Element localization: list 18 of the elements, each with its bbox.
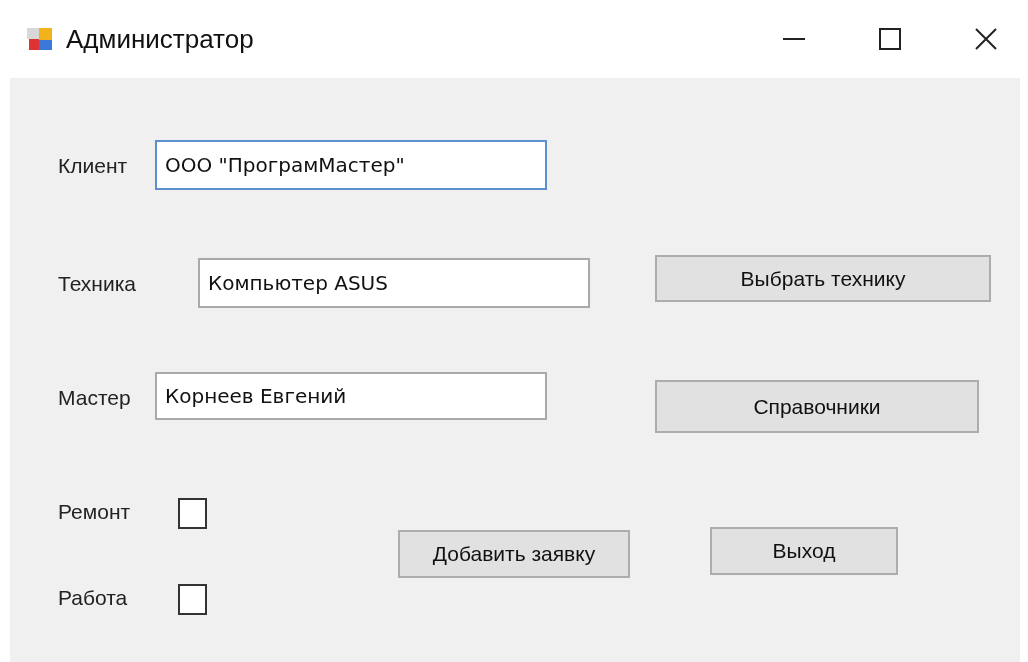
app-icon [26,25,54,53]
action-button[interactable]: Добавить заявку [398,530,630,578]
checkbox[interactable] [178,584,207,615]
checkbox[interactable] [178,498,207,529]
field-label: Мастер [58,386,131,410]
text-field[interactable]: ООО "ПрограмМастер" [155,140,547,190]
action-button[interactable]: Выход [710,527,898,575]
text-field[interactable]: Корнеев Евгений [155,372,547,420]
checkbox-label: Ремонт [58,500,131,524]
field-label: Техника [58,272,137,296]
action-button[interactable]: Выбрать технику [655,255,991,302]
maximize-icon[interactable] [877,26,903,52]
field-label: Клиент [58,154,128,178]
window-title: Администратор [66,23,255,55]
action-button[interactable]: Справочники [655,380,979,433]
close-icon[interactable] [973,26,999,52]
text-field[interactable]: Компьютер ASUS [198,258,590,308]
checkbox-label: Работа [58,586,128,610]
